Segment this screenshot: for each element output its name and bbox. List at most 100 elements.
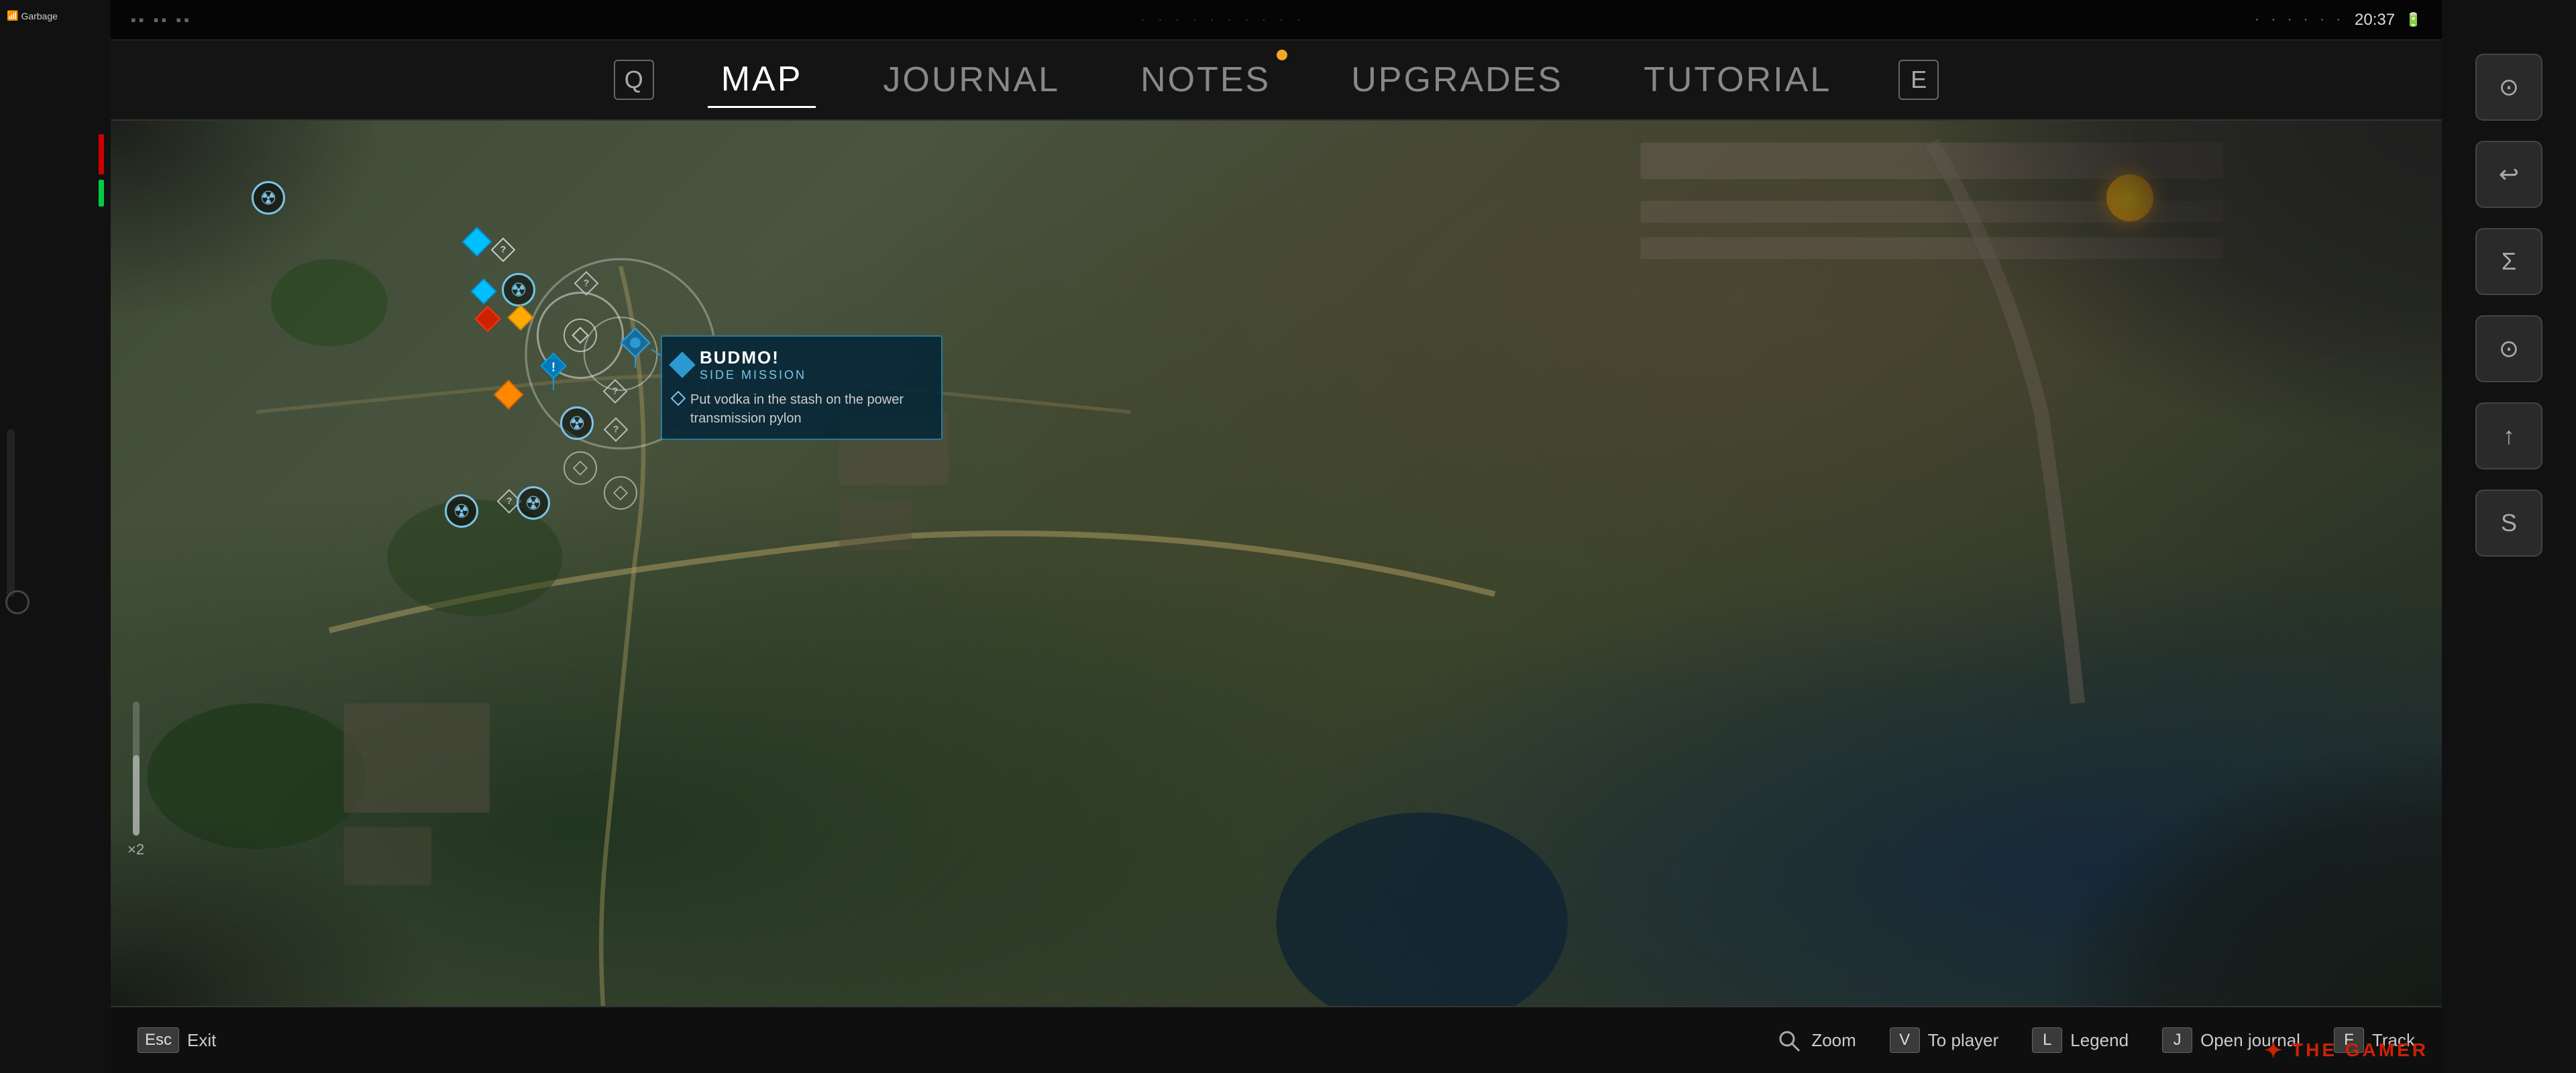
- scroll-bar[interactable]: [7, 429, 15, 597]
- right-btn-3-icon: Σ: [2502, 247, 2516, 276]
- marker-radiation-1[interactable]: ☢: [252, 181, 285, 215]
- svg-text:?: ?: [506, 496, 513, 506]
- segment-bars: ▪▪ ▪▪ ▪▪: [131, 11, 192, 28]
- marker-diamond-yellow[interactable]: [506, 303, 535, 336]
- right-btn-5-icon: ↑: [2503, 422, 2515, 450]
- radiation-icon-4: ☢: [445, 494, 478, 528]
- target-circle-2: [604, 476, 637, 510]
- right-btn-1[interactable]: ⊙: [2475, 54, 2542, 121]
- question-svg-4: ?: [602, 416, 629, 443]
- thegamer-symbol: ✦: [2264, 1037, 2285, 1063]
- tab-tutorial[interactable]: Tutorial: [1630, 53, 1845, 107]
- btn-legend[interactable]: L Legend: [2032, 1027, 2129, 1053]
- radiation-icon-5: ☢: [517, 486, 550, 520]
- svg-text:?: ?: [613, 424, 619, 435]
- marker-radiation-2[interactable]: ☢: [502, 273, 535, 306]
- tooltip-mission-subtitle: SIDE MISSION: [700, 368, 806, 382]
- label-exit: Exit: [187, 1030, 216, 1051]
- marker-target-circle-2[interactable]: [604, 476, 637, 510]
- map-area[interactable]: ☢ ? ☢: [111, 121, 2442, 1006]
- tooltip-description: Put vodka in the stash on the power tran…: [690, 390, 930, 428]
- marker-radiation-5[interactable]: ☢: [517, 486, 550, 520]
- marker-radiation-4[interactable]: ☢: [445, 494, 478, 528]
- tooltip-mission-title: BUDMO!: [700, 347, 806, 368]
- diamond-svg-2: [469, 277, 498, 306]
- right-btn-6-icon: S: [2501, 509, 2517, 537]
- clock: 20:37: [2355, 11, 2395, 30]
- carrier-name: Garbage: [21, 11, 57, 21]
- tooltip-titles: BUDMO! SIDE MISSION: [700, 347, 806, 382]
- label-to-player: To player: [1928, 1030, 1999, 1051]
- right-btn-6[interactable]: S: [2475, 490, 2542, 557]
- system-bar: ▪▪ ▪▪ ▪▪ · · · · · · · · · · · · · · · ·…: [111, 0, 2442, 40]
- right-btn-3[interactable]: Σ: [2475, 228, 2542, 295]
- right-btn-4-icon: ⊙: [2499, 335, 2519, 363]
- center-dots: · · · · · · · · · ·: [1141, 14, 1305, 26]
- zoom-indicator: ×2: [127, 701, 144, 858]
- right-btn-4[interactable]: ⊙: [2475, 315, 2542, 382]
- tab-notes[interactable]: Notes: [1127, 53, 1284, 107]
- dots-right: · · · · · ·: [2255, 12, 2345, 27]
- signal-area: 📶 Garbage: [7, 10, 104, 21]
- target-inner-1: [573, 461, 588, 475]
- tab-journal[interactable]: Journal: [869, 53, 1073, 107]
- key-l[interactable]: L: [2032, 1027, 2062, 1053]
- zoom-label: ×2: [127, 841, 144, 858]
- tooltip-bullet-icon: [671, 391, 686, 406]
- golden-orb: [2106, 174, 2153, 221]
- tab-map[interactable]: Map: [708, 52, 816, 108]
- nav-key-q[interactable]: Q: [614, 60, 654, 100]
- key-v[interactable]: V: [1890, 1027, 1920, 1053]
- notification-dot: [1277, 50, 1287, 60]
- tooltip-body: Put vodka in the stash on the power tran…: [673, 390, 930, 428]
- bottom-bar: Esc Exit Zoom V To player L Legend J Ope…: [111, 1006, 2442, 1073]
- diamond-red-svg: [473, 304, 502, 334]
- marker-target-circle-1[interactable]: [564, 451, 597, 485]
- nav-bar: Q Map Journal Notes Upgrades Tutorial E: [111, 40, 2442, 121]
- mission-tooltip[interactable]: BUDMO! SIDE MISSION Put vodka in the sta…: [661, 335, 943, 440]
- svg-text:!: !: [551, 361, 555, 374]
- btn-exit[interactable]: Esc Exit: [138, 1027, 216, 1053]
- marker-radiation-3[interactable]: ☢: [560, 406, 594, 440]
- mission-diamond-svg: [619, 326, 652, 370]
- marker-diamond-orange[interactable]: [492, 378, 525, 415]
- right-btn-2-icon: ↩: [2499, 160, 2519, 188]
- main-container: ▪▪ ▪▪ ▪▪ · · · · · · · · · · · · · · · ·…: [111, 0, 2442, 1073]
- tooltip-diamond-icon: [669, 351, 696, 378]
- system-bar-left: ▪▪ ▪▪ ▪▪: [131, 11, 192, 29]
- key-j[interactable]: J: [2162, 1027, 2192, 1053]
- system-bar-right: · · · · · · 20:37 🔋: [2255, 11, 2422, 30]
- inner-circle: [564, 319, 597, 352]
- marker-mission-main[interactable]: [619, 326, 652, 373]
- exclamation-diamond-svg: !: [539, 351, 568, 392]
- btn-zoom[interactable]: Zoom: [1773, 1025, 1856, 1056]
- marker-diamond-blue-1[interactable]: [460, 225, 494, 262]
- camera-lens: [5, 590, 30, 614]
- tab-upgrades[interactable]: Upgrades: [1338, 53, 1576, 107]
- zoom-scale-bar: [133, 701, 140, 836]
- system-bar-center: · · · · · · · · · ·: [1141, 14, 1305, 26]
- marker-question-2[interactable]: ?: [573, 270, 600, 300]
- btn-to-player[interactable]: V To player: [1890, 1027, 1999, 1053]
- right-btn-1-icon: ⊙: [2499, 73, 2519, 101]
- key-esc[interactable]: Esc: [138, 1027, 179, 1053]
- right-btn-2[interactable]: ↩: [2475, 141, 2542, 208]
- zoom-svg-icon: [1775, 1027, 1802, 1054]
- radiation-icon-3: ☢: [560, 406, 594, 440]
- indicators: [99, 134, 104, 207]
- label-legend: Legend: [2070, 1030, 2129, 1051]
- zoom-hourglass-icon: [1773, 1025, 1803, 1056]
- radiation-icon-1: ☢: [252, 181, 285, 215]
- signal-icon: 📶: [7, 10, 18, 21]
- nav-key-e[interactable]: E: [1898, 60, 1939, 100]
- indicator-red: [99, 134, 104, 174]
- right-btn-5[interactable]: ↑: [2475, 402, 2542, 469]
- center-diamond-svg: [572, 327, 589, 344]
- radiation-icon-2: ☢: [502, 273, 535, 306]
- marker-question-4[interactable]: ?: [602, 416, 629, 447]
- marker-diamond-red[interactable]: [473, 304, 502, 337]
- marker-question-3[interactable]: ?: [602, 378, 629, 408]
- marker-question-1[interactable]: ?: [490, 237, 517, 267]
- marker-exclamation[interactable]: !: [539, 351, 568, 395]
- zoom-fill: [133, 755, 140, 836]
